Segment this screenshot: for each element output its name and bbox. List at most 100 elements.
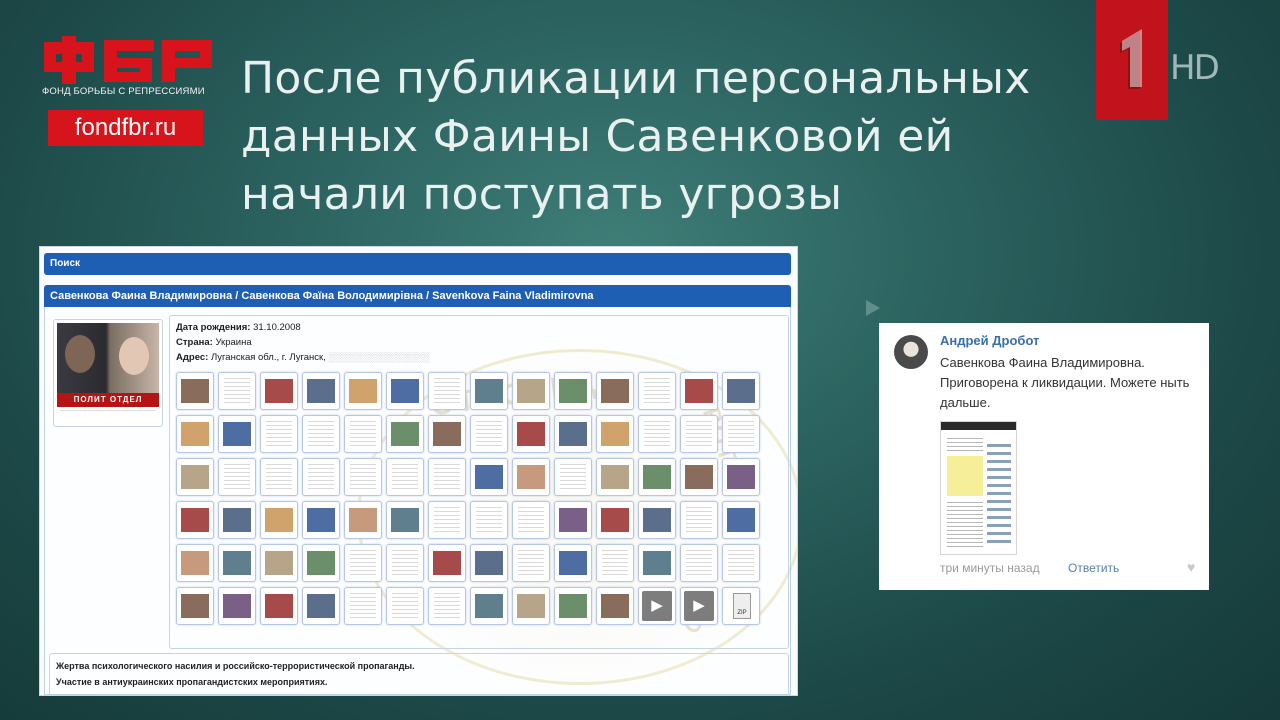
attachment-thumbnail[interactable] [722,501,760,539]
person-photo-card[interactable]: ПОЛИТ ОТДЕЛ [53,319,163,427]
attachment-thumbnail[interactable] [512,501,550,539]
attachment-thumbnail[interactable] [386,587,424,625]
attachment-thumbnail[interactable] [218,587,256,625]
attachment-thumbnail[interactable] [302,415,340,453]
attachment-thumbnail[interactable] [680,501,718,539]
attachment-thumbnail[interactable] [428,458,466,496]
attachment-thumbnail[interactable] [596,544,634,582]
attachment-thumbnail[interactable] [680,372,718,410]
attachment-thumbnail[interactable] [386,415,424,453]
attachment-thumbnail[interactable] [218,415,256,453]
attachment-thumbnail[interactable] [176,372,214,410]
thumbnail-document [308,421,334,447]
attachment-thumbnail[interactable] [428,415,466,453]
attachments-grid: ▶ ▶ ZIP [176,372,786,625]
attachment-thumbnail[interactable] [428,544,466,582]
attachment-thumbnail[interactable] [554,372,592,410]
attachment-thumbnail[interactable] [428,372,466,410]
attachment-thumbnail[interactable] [596,458,634,496]
attachment-thumbnail[interactable] [722,458,760,496]
attachment-thumbnail[interactable]: ZIP [722,587,760,625]
attachment-thumbnail[interactable] [470,415,508,453]
attachment-thumbnail[interactable] [302,501,340,539]
attachment-thumbnail[interactable] [512,587,550,625]
attachment-thumbnail[interactable] [260,587,298,625]
attachment-thumbnail[interactable] [344,501,382,539]
attachment-thumbnail[interactable] [344,458,382,496]
attachment-thumbnail[interactable] [302,544,340,582]
attachment-thumbnail[interactable] [386,544,424,582]
attachment-thumbnail[interactable] [554,587,592,625]
attachment-thumbnail[interactable] [176,415,214,453]
heart-icon[interactable]: ♥ [1187,559,1195,575]
attachment-thumbnail[interactable] [470,544,508,582]
attachment-thumbnail[interactable] [386,501,424,539]
attachment-thumbnail[interactable] [260,458,298,496]
attachment-thumbnail[interactable]: ▶ [638,587,676,625]
attachment-thumbnail[interactable] [176,501,214,539]
attachment-thumbnail[interactable] [302,587,340,625]
attachment-thumbnail[interactable] [302,458,340,496]
attachment-thumbnail[interactable] [722,544,760,582]
attachment-thumbnail[interactable] [512,544,550,582]
attachment-thumbnail[interactable] [470,458,508,496]
attachment-thumbnail[interactable] [554,458,592,496]
attachment-thumbnail[interactable] [554,415,592,453]
attachment-thumbnail[interactable] [344,587,382,625]
attachment-thumbnail[interactable] [638,501,676,539]
attachment-thumbnail[interactable] [260,415,298,453]
attachment-thumbnail[interactable] [176,544,214,582]
attachment-thumbnail[interactable] [722,415,760,453]
comment-attachment-image[interactable] [940,421,1017,555]
attachment-thumbnail[interactable] [680,415,718,453]
attachment-thumbnail[interactable] [176,458,214,496]
attachment-thumbnail[interactable] [680,458,718,496]
attachment-thumbnail[interactable] [428,587,466,625]
avatar[interactable] [894,335,928,369]
attachment-thumbnail[interactable] [428,501,466,539]
thumbnail-photo [349,379,377,403]
attachment-thumbnail[interactable] [218,372,256,410]
attachment-thumbnail[interactable] [638,372,676,410]
thumbnail-document [266,464,292,490]
thumbnail-photo [601,422,629,446]
attachment-thumbnail[interactable] [680,544,718,582]
attachment-thumbnail[interactable] [260,372,298,410]
attachment-thumbnail[interactable] [302,372,340,410]
thumbnail-photo [223,551,251,575]
attachment-thumbnail[interactable] [218,501,256,539]
attachment-thumbnail[interactable] [596,501,634,539]
attachment-thumbnail[interactable] [260,501,298,539]
attachment-thumbnail[interactable] [512,458,550,496]
attachment-thumbnail[interactable] [344,544,382,582]
attachment-thumbnail[interactable] [638,544,676,582]
attachment-thumbnail[interactable] [596,415,634,453]
attachment-thumbnail[interactable] [260,544,298,582]
attachment-thumbnail[interactable] [470,372,508,410]
attachment-thumbnail[interactable] [470,587,508,625]
attachment-thumbnail[interactable] [596,372,634,410]
search-bar[interactable]: Поиск [44,253,791,275]
attachment-thumbnail[interactable] [344,372,382,410]
attachment-thumbnail[interactable] [722,372,760,410]
attachment-thumbnail[interactable] [386,372,424,410]
attachment-thumbnail[interactable] [386,458,424,496]
thumbnail-photo [181,508,209,532]
reply-button[interactable]: Ответить [1068,561,1119,575]
attachment-thumbnail[interactable]: ▶ [680,587,718,625]
attachment-thumbnail[interactable] [218,544,256,582]
attachment-thumbnail[interactable] [470,501,508,539]
attachment-thumbnail[interactable] [554,501,592,539]
attachment-thumbnail[interactable] [638,415,676,453]
birth-value: 31.10.2008 [253,322,301,333]
attachment-thumbnail[interactable] [344,415,382,453]
thumbnail-photo [349,508,377,532]
attachment-thumbnail[interactable] [218,458,256,496]
attachment-thumbnail[interactable] [596,587,634,625]
comment-author[interactable]: Андрей Дробот [940,333,1039,348]
attachment-thumbnail[interactable] [554,544,592,582]
attachment-thumbnail[interactable] [176,587,214,625]
attachment-thumbnail[interactable] [512,415,550,453]
attachment-thumbnail[interactable] [512,372,550,410]
attachment-thumbnail[interactable] [638,458,676,496]
